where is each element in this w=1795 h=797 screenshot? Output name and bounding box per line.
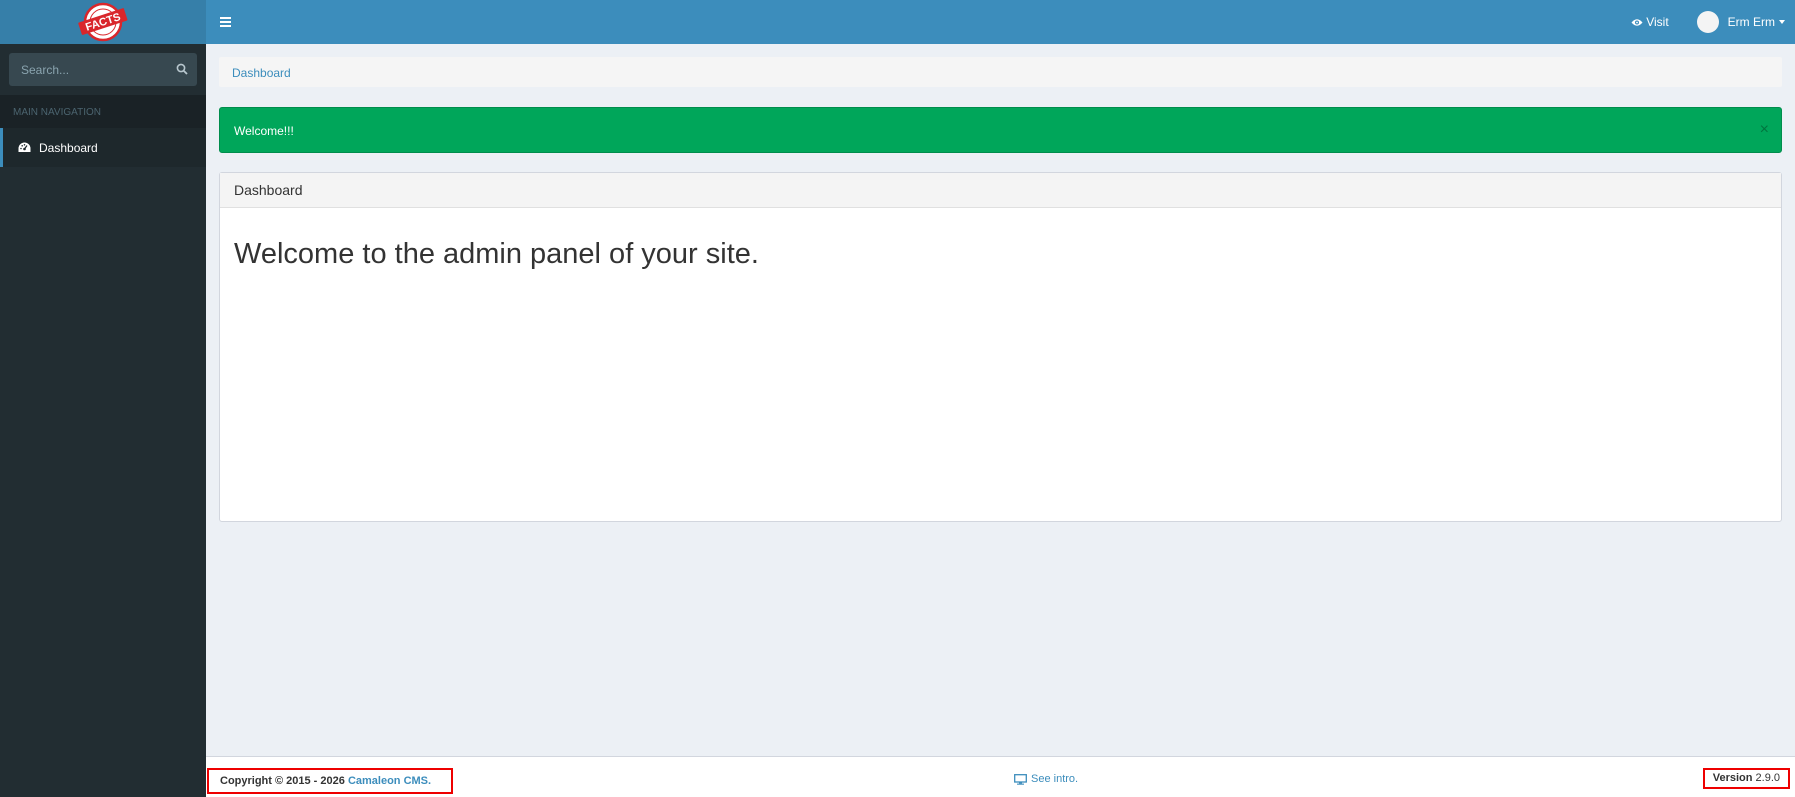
version-label: Version: [1712, 772, 1753, 784]
close-icon[interactable]: ×: [1760, 121, 1769, 139]
eye-icon: [1631, 18, 1643, 26]
facts-logo[interactable]: FACTS: [73, 2, 133, 42]
breadcrumb: Dashboard: [219, 57, 1782, 87]
panel-heading: Welcome to the admin panel of your site.: [234, 238, 759, 270]
dashboard-icon: [18, 142, 31, 153]
version-value: 2.9.0: [1755, 772, 1780, 784]
sidebar-item-dashboard[interactable]: Dashboard: [0, 128, 206, 167]
sidebar: FACTS MAIN NAVIGATION Dashboard: [0, 0, 206, 797]
logo-area[interactable]: FACTS: [0, 0, 206, 44]
search-icon[interactable]: [176, 62, 188, 78]
version-info: Version 2.9.0: [1702, 768, 1790, 789]
copyright: Copyright © 2015 - 2026 Camaleon CMS.: [207, 768, 453, 794]
avatar: [1696, 11, 1719, 33]
see-intro-link[interactable]: See intro.: [1014, 773, 1078, 785]
visit-site-link[interactable]: Visit: [1617, 15, 1682, 29]
copyright-text: Copyright © 2015 - 2026: [220, 775, 348, 787]
success-alert: Welcome!!! ×: [219, 107, 1782, 153]
breadcrumb-dashboard-link[interactable]: Dashboard: [232, 66, 291, 80]
content-area: Dashboard Welcome!!! × Dashboard Welcome…: [206, 44, 1795, 756]
search-input[interactable]: [21, 62, 176, 77]
panel-title: Dashboard: [220, 173, 1781, 208]
navbar-right: Visit Erm Erm: [1617, 0, 1795, 44]
sidebar-item-label: Dashboard: [39, 140, 98, 155]
visit-label: Visit: [1646, 15, 1669, 29]
search-box: [9, 53, 197, 86]
nav-header: MAIN NAVIGATION: [0, 95, 206, 128]
see-intro-label: See intro.: [1031, 773, 1079, 785]
footer: Copyright © 2015 - 2026 Camaleon CMS. Se…: [206, 756, 1795, 797]
top-navbar: Visit Erm Erm: [206, 0, 1795, 44]
alert-message: Welcome!!!: [234, 124, 294, 138]
caret-down-icon: [1779, 20, 1785, 24]
hamburger-icon: [219, 17, 231, 27]
camaleon-cms-link[interactable]: Camaleon CMS.: [348, 775, 431, 787]
dashboard-panel: Dashboard Welcome to the admin panel of …: [219, 172, 1782, 522]
user-name: Erm Erm: [1727, 15, 1775, 29]
sidebar-toggle-button[interactable]: [206, 0, 244, 44]
sidebar-search: [0, 44, 206, 95]
user-menu[interactable]: Erm Erm: [1683, 11, 1795, 33]
monitor-icon: [1014, 773, 1027, 785]
